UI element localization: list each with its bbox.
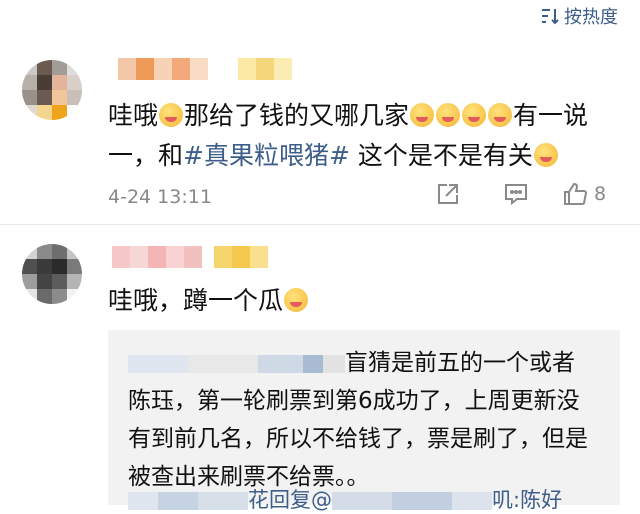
emoji-icon: [410, 103, 435, 127]
topic-link[interactable]: #真果粒喂猪#: [183, 141, 350, 170]
sort-by-hot-button[interactable]: 按热度: [540, 3, 618, 29]
reply-button[interactable]: [482, 181, 550, 207]
reply-footer[interactable]: 花回复@ 叽:陈好: [128, 484, 562, 514]
like-count: 8: [593, 183, 607, 205]
emoji-icon: [159, 103, 184, 127]
emoji-icon: [533, 143, 558, 167]
comment-text: 哇哦 那给了钱的又哪几家 有一说一，和#真果粒喂猪# 这个是不是有关: [108, 101, 589, 170]
sort-icon: [542, 9, 559, 25]
like-button[interactable]: 8: [550, 181, 618, 207]
emoji-icon: [462, 103, 487, 127]
like-icon: [563, 182, 587, 205]
emoji-icon: [488, 103, 513, 127]
emoji-icon: [436, 103, 461, 127]
comment-actions: 8: [414, 181, 618, 207]
reply-text: 盲猜是前五的一个或者 陈珏，第一轮刷票到第6成功了，上周更新没 有到前几名，所以…: [128, 350, 588, 490]
avatar[interactable]: [22, 60, 82, 120]
sort-label: 按热度: [564, 7, 618, 28]
comment-icon: [505, 184, 527, 206]
divider: [0, 224, 640, 225]
share-button[interactable]: [414, 181, 482, 207]
timestamp: 4-24 13:11: [108, 186, 212, 208]
comment-text: 哇哦，蹲一个瓜: [108, 281, 618, 321]
share-icon: [438, 184, 458, 204]
avatar[interactable]: [22, 244, 82, 304]
username-obscured[interactable]: [112, 246, 268, 268]
emoji-icon: [284, 288, 309, 312]
username-obscured[interactable]: [118, 58, 292, 80]
